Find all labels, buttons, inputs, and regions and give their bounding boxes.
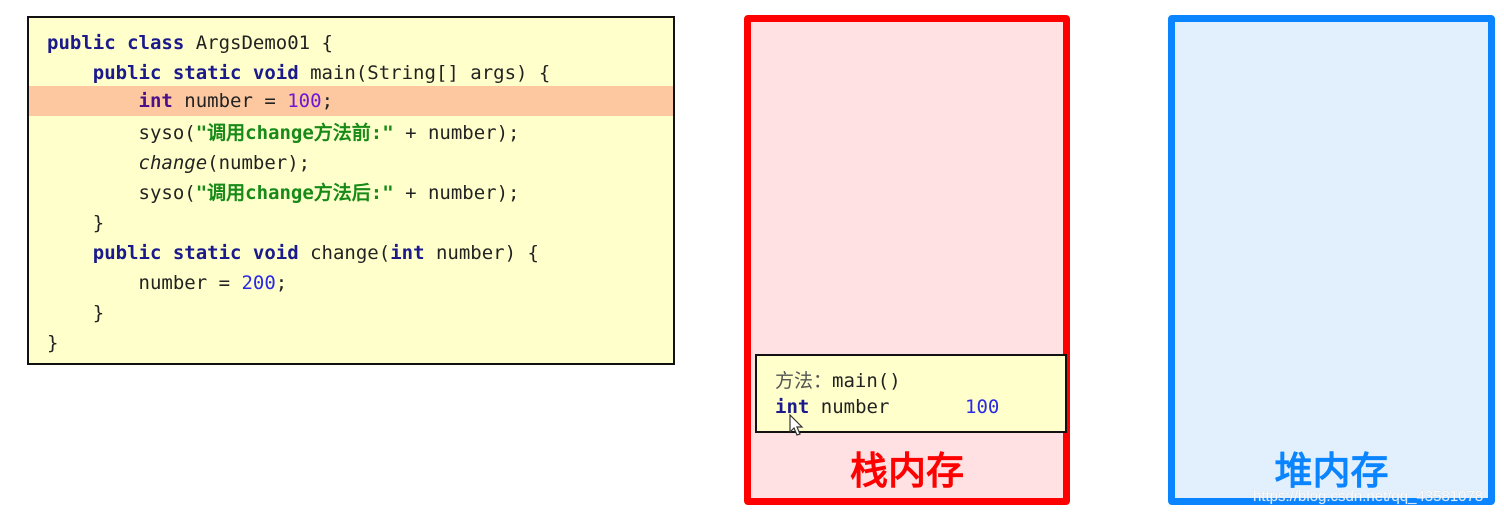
variable-name: number — [809, 396, 890, 418]
code-line-highlighted: int number = 100; — [29, 86, 673, 116]
watermark-text: https://blog.csdn.net/qq_43581078 — [1253, 488, 1484, 505]
code-keyword: public static void — [92, 62, 299, 84]
code-string: "调用change方法前:" — [195, 122, 394, 144]
code-keyword: public class — [47, 32, 185, 54]
code-text: ; — [275, 272, 288, 294]
code-line: syso("调用change方法后:" + number); — [29, 178, 673, 208]
code-line: number = 200; — [29, 268, 673, 298]
frame-title: 方法：main() — [775, 366, 901, 393]
code-keyword: public static void — [92, 242, 299, 264]
code-number: 100 — [287, 90, 322, 112]
code-text: syso( — [138, 122, 196, 144]
code-text: } — [92, 212, 105, 234]
variable-value: 100 — [965, 396, 1000, 418]
code-text: } — [92, 302, 105, 324]
code-text: + number); — [393, 122, 520, 144]
mouse-cursor-icon — [789, 414, 804, 436]
code-text: ArgsDemo01 { — [184, 32, 333, 54]
code-keyword: int — [138, 90, 173, 112]
code-line: public static void main(String[] args) { — [29, 58, 673, 88]
code-line: change(number); — [29, 148, 673, 178]
frame-title-label: 方法： — [775, 370, 833, 392]
code-text: main(String[] args) { — [298, 62, 551, 84]
frame-method-name: main() — [832, 370, 901, 392]
code-line: syso("调用change方法前:" + number); — [29, 118, 673, 148]
code-text: syso( — [138, 182, 196, 204]
code-line: public class ArgsDemo01 { — [29, 28, 673, 58]
code-keyword: int — [390, 242, 425, 264]
code-panel: public class ArgsDemo01 { public static … — [27, 16, 675, 365]
code-text: change( — [298, 242, 391, 264]
code-text: number = — [172, 90, 288, 112]
code-text: } — [47, 332, 59, 354]
stack-memory-label: 栈内存 — [849, 449, 964, 493]
code-method-call: change — [138, 152, 208, 174]
code-line: } — [29, 208, 673, 238]
code-text: number = — [138, 272, 242, 294]
code-line: public static void change(int number) { — [29, 238, 673, 268]
heap-memory-box: 堆内存 — [1168, 15, 1495, 505]
code-text: ; — [321, 90, 334, 112]
code-number: 200 — [241, 272, 276, 294]
code-text: + number); — [393, 182, 520, 204]
heap-memory-label: 堆内存 — [1274, 449, 1389, 493]
code-text: (number); — [207, 152, 311, 174]
code-string: "调用change方法后:" — [195, 182, 394, 204]
code-line: } — [29, 298, 673, 328]
code-line: } — [29, 328, 673, 358]
code-text: number) { — [424, 242, 539, 264]
